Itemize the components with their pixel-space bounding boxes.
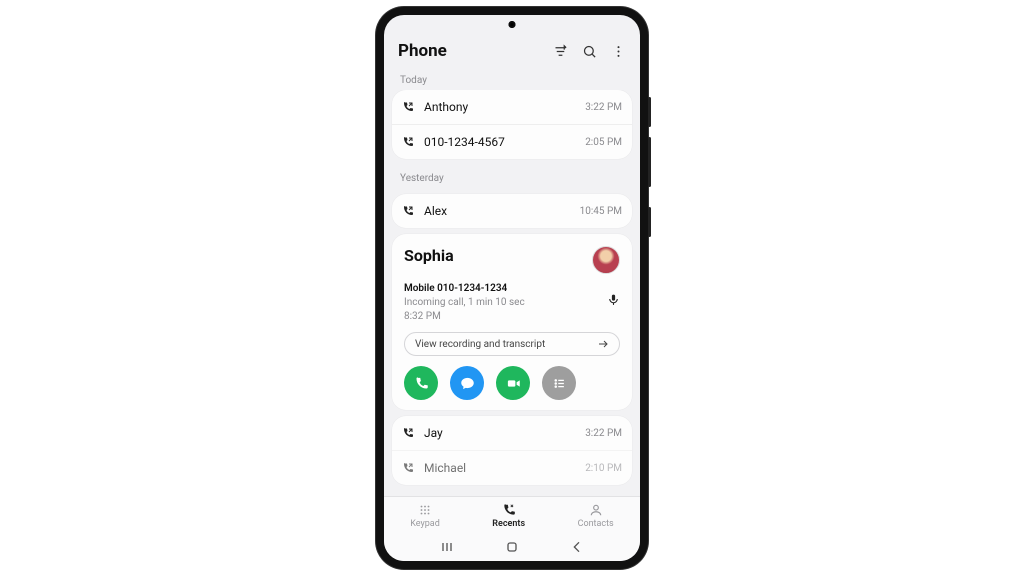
nav-home-icon[interactable] [504, 539, 520, 555]
today-group: Anthony 3:22 PM 010-1234-4567 2:05 PM [392, 90, 632, 159]
call-name: Michael [424, 461, 577, 475]
outgoing-call-icon [402, 205, 416, 217]
nav-recent-icon[interactable] [439, 539, 455, 555]
page-title: Phone [398, 41, 447, 61]
tab-contacts[interactable]: Contacts [578, 503, 614, 529]
view-recording-button[interactable]: View recording and transcript [404, 332, 620, 356]
call-time: 2:05 PM [585, 137, 622, 148]
call-row[interactable]: Anthony 3:22 PM [392, 90, 632, 124]
section-yesterday-label: Yesterday [392, 165, 632, 188]
bottom-tabs: Keypad Recents Contacts [384, 496, 640, 531]
call-row[interactable]: Michael 2:10 PM [392, 450, 632, 485]
call-row[interactable]: Jay 3:22 PM [392, 416, 632, 450]
call-time: 3:22 PM [585, 102, 622, 113]
outgoing-call-icon [402, 427, 416, 439]
yesterday-first-card: Alex 10:45 PM [392, 194, 632, 228]
video-call-button[interactable] [496, 366, 530, 400]
outgoing-call-icon [402, 136, 416, 148]
call-row[interactable]: 010-1234-4567 2:05 PM [392, 124, 632, 159]
call-name: Jay [424, 426, 577, 440]
filter-icon[interactable] [553, 44, 568, 59]
yesterday-rest-card: Jay 3:22 PM Michael 2:10 PM [392, 416, 632, 485]
expanded-time: 8:32 PM [404, 310, 525, 324]
details-button[interactable] [542, 366, 576, 400]
arrow-right-icon [597, 338, 609, 350]
tab-label: Contacts [578, 519, 614, 529]
nav-back-icon[interactable] [569, 539, 585, 555]
tab-label: Recents [492, 519, 525, 529]
avatar[interactable] [592, 246, 620, 274]
expanded-name: Sophia [404, 246, 454, 265]
call-name: Anthony [424, 100, 577, 114]
message-button[interactable] [450, 366, 484, 400]
tab-keypad[interactable]: Keypad [410, 503, 440, 529]
section-today-label: Today [384, 67, 640, 90]
pill-label: View recording and transcript [415, 339, 545, 350]
front-camera [509, 21, 516, 28]
microphone-icon[interactable] [607, 293, 620, 306]
expanded-call-card: Sophia Mobile 010-1234-1234 Incoming cal… [392, 234, 632, 410]
outgoing-call-icon [402, 462, 416, 474]
call-list: Anthony 3:22 PM 010-1234-4567 2:05 PM Ye… [384, 90, 640, 496]
search-icon[interactable] [582, 44, 597, 59]
call-name: Alex [424, 204, 572, 218]
screen: Phone Today Anthony [384, 15, 640, 561]
more-icon[interactable] [611, 44, 626, 59]
call-time: 2:10 PM [585, 463, 622, 474]
call-name: 010-1234-4567 [424, 135, 577, 149]
device-frame: Phone Today Anthony [376, 7, 648, 569]
call-time: 3:22 PM [585, 428, 622, 439]
expanded-detail: Incoming call, 1 min 10 sec [404, 296, 525, 310]
expanded-phone: Mobile 010-1234-1234 [404, 282, 525, 296]
tab-recents[interactable]: Recents [492, 503, 525, 529]
call-time: 10:45 PM [580, 206, 622, 217]
outgoing-call-icon [402, 101, 416, 113]
call-row[interactable]: Alex 10:45 PM [392, 194, 632, 228]
tab-label: Keypad [410, 519, 440, 529]
system-nav [384, 531, 640, 561]
call-button[interactable] [404, 366, 438, 400]
